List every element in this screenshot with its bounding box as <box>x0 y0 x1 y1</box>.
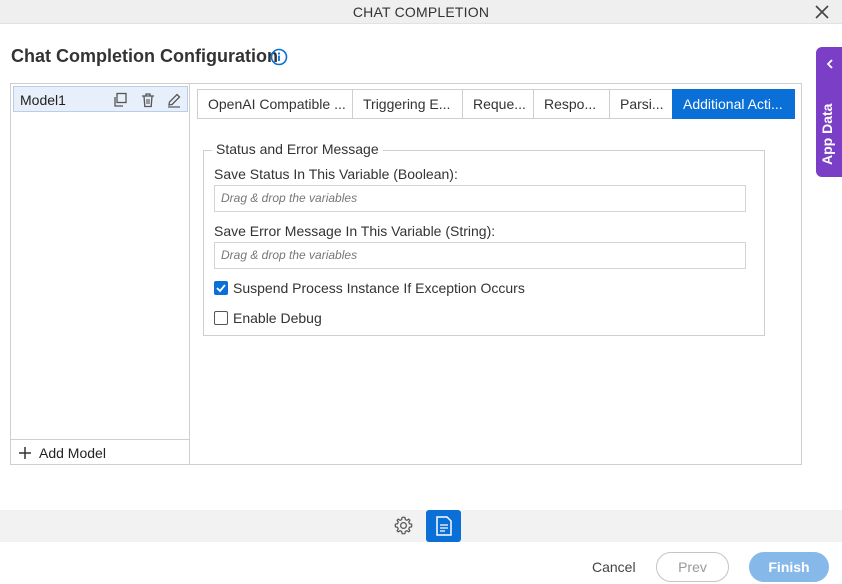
enable-debug-label: Enable Debug <box>233 310 322 326</box>
plus-icon <box>19 446 31 459</box>
title-bar: CHAT COMPLETION <box>0 0 842 24</box>
info-icon[interactable] <box>270 48 288 66</box>
app-data-panel-toggle[interactable]: App Data <box>816 47 842 177</box>
tab-additional-actions[interactable]: Additional Acti... <box>672 89 795 119</box>
tab-response[interactable]: Respo... <box>533 89 610 119</box>
cancel-button[interactable]: Cancel <box>592 559 636 575</box>
model-item[interactable]: Model1 <box>13 86 188 112</box>
prev-button[interactable]: Prev <box>656 552 729 582</box>
copy-icon[interactable] <box>112 92 128 108</box>
close-icon[interactable] <box>812 2 832 22</box>
add-model-label: Add Model <box>39 445 106 461</box>
tab-openai-compatible[interactable]: OpenAI Compatible ... <box>197 89 353 119</box>
trash-icon[interactable] <box>140 92 156 108</box>
bottom-toolbar <box>0 510 842 542</box>
section-legend: Status and Error Message <box>212 141 383 157</box>
window-title: CHAT COMPLETION <box>352 4 490 20</box>
page-title: Chat Completion Configuration <box>11 46 278 66</box>
finish-button[interactable]: Finish <box>749 552 829 582</box>
app-data-label: App Data <box>819 103 835 165</box>
tab-triggering-events[interactable]: Triggering E... <box>352 89 463 119</box>
suspend-process-checkbox[interactable] <box>214 281 228 295</box>
error-variable-field[interactable]: Drag & drop the variables <box>214 242 746 269</box>
document-icon <box>436 516 452 536</box>
edit-icon[interactable] <box>166 92 182 108</box>
document-view-button[interactable] <box>426 510 461 542</box>
model-list: Model1 Add Model <box>11 84 190 464</box>
status-variable-field[interactable]: Drag & drop the variables <box>214 185 746 212</box>
model-name: Model1 <box>20 92 66 108</box>
chevron-left-icon <box>824 57 836 69</box>
tab-request[interactable]: Reque... <box>462 89 534 119</box>
status-variable-label: Save Status In This Variable (Boolean): <box>214 166 458 182</box>
tab-parsing[interactable]: Parsi... <box>609 89 673 119</box>
gear-icon[interactable] <box>393 515 414 536</box>
enable-debug-checkbox[interactable] <box>214 311 228 325</box>
add-model-button[interactable]: Add Model <box>11 439 189 464</box>
error-variable-label: Save Error Message In This Variable (Str… <box>214 223 496 239</box>
suspend-process-label: Suspend Process Instance If Exception Oc… <box>233 280 525 296</box>
